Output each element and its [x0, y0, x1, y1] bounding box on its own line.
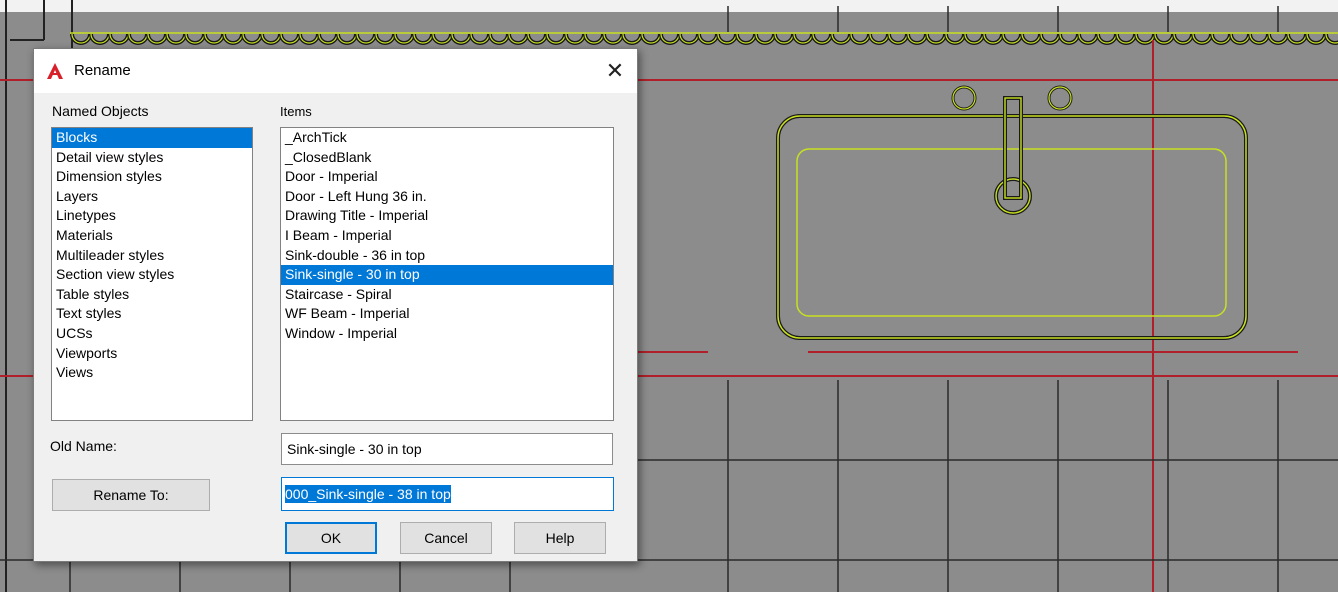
help-button[interactable]: Help	[514, 522, 606, 554]
list-item[interactable]: Window - Imperial	[281, 324, 613, 344]
rename-to-button[interactable]: Rename To:	[52, 479, 210, 511]
rename-dialog: Rename ✕ Named Objects Items Blocks Detai…	[33, 48, 638, 562]
list-item[interactable]: _ArchTick	[281, 128, 613, 148]
list-item[interactable]: Table styles	[52, 285, 252, 305]
list-item[interactable]: Linetypes	[52, 206, 252, 226]
list-item[interactable]: WF Beam - Imperial	[281, 304, 613, 324]
items-label: Items	[280, 104, 312, 119]
list-item[interactable]: Door - Left Hung 36 in.	[281, 187, 613, 207]
named-objects-label: Named Objects	[52, 103, 149, 119]
dialog-title: Rename	[74, 62, 131, 79]
close-button[interactable]: ✕	[593, 49, 637, 93]
list-item[interactable]: Layers	[52, 187, 252, 207]
list-item[interactable]: Views	[52, 363, 252, 383]
list-item[interactable]: Section view styles	[52, 265, 252, 285]
list-item[interactable]: Blocks	[52, 128, 252, 148]
close-icon: ✕	[605, 58, 625, 83]
list-item[interactable]: Detail view styles	[52, 148, 252, 168]
autocad-icon	[47, 63, 63, 79]
old-name-label: Old Name:	[50, 438, 117, 454]
items-listbox[interactable]: _ArchTick _ClosedBlank Door - Imperial Door…	[280, 127, 614, 421]
list-item[interactable]: Sink-single - 30 in top	[281, 265, 613, 285]
list-item[interactable]: UCSs	[52, 324, 252, 344]
list-item[interactable]: Dimension styles	[52, 167, 252, 187]
list-item[interactable]: Staircase - Spiral	[281, 285, 613, 305]
rename-to-input[interactable]: 000_Sink-single - 38 in top	[281, 477, 614, 511]
cancel-button[interactable]: Cancel	[400, 522, 492, 554]
named-objects-listbox[interactable]: Blocks Detail view styles Dimension styles…	[51, 127, 253, 421]
rename-to-value: 000_Sink-single - 38 in top	[285, 485, 451, 503]
list-item[interactable]: Multileader styles	[52, 246, 252, 266]
dialog-titlebar[interactable]: Rename ✕	[34, 49, 637, 93]
ok-button[interactable]: OK	[285, 522, 377, 554]
list-item[interactable]: _ClosedBlank	[281, 148, 613, 168]
list-item[interactable]: Text styles	[52, 304, 252, 324]
list-item[interactable]: Door - Imperial	[281, 167, 613, 187]
list-item[interactable]: I Beam - Imperial	[281, 226, 613, 246]
old-name-field: Sink-single - 30 in top	[281, 433, 613, 465]
old-name-value: Sink-single - 30 in top	[287, 441, 422, 457]
list-item[interactable]: Sink-double - 36 in top	[281, 246, 613, 266]
list-item[interactable]: Drawing Title - Imperial	[281, 206, 613, 226]
list-item[interactable]: Viewports	[52, 344, 252, 364]
rename-to-label: Rename To:	[93, 487, 169, 503]
list-item[interactable]: Materials	[52, 226, 252, 246]
